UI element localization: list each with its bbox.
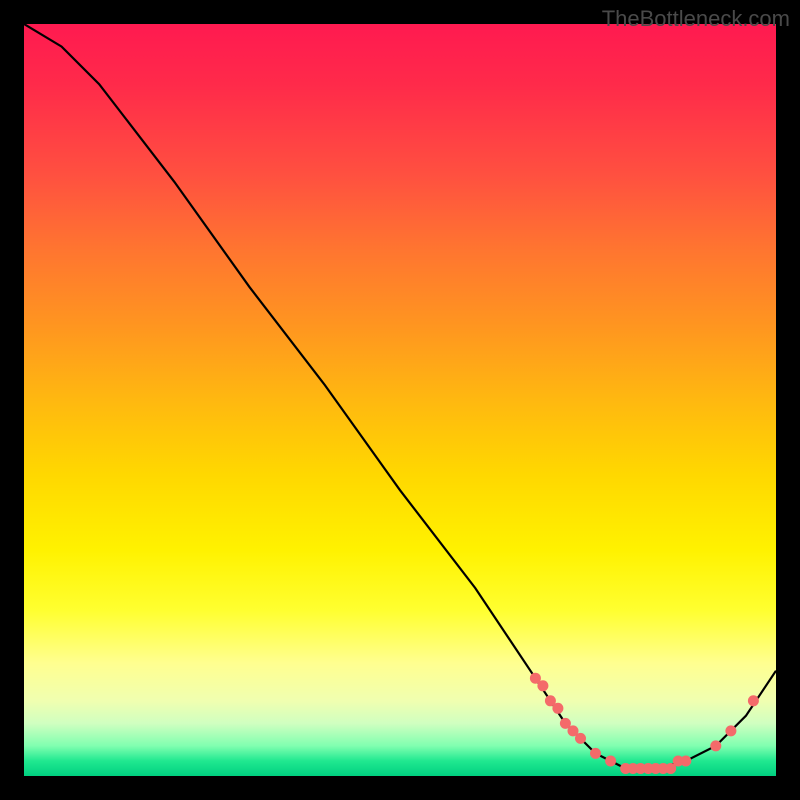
bottleneck-curve — [24, 24, 776, 769]
marker-point — [537, 680, 548, 691]
marker-point — [748, 695, 759, 706]
marker-point — [552, 703, 563, 714]
marker-point — [575, 733, 586, 744]
highlight-markers — [530, 673, 759, 774]
chart-svg — [24, 24, 776, 776]
marker-point — [710, 740, 721, 751]
marker-point — [605, 756, 616, 767]
watermark-text: TheBottleneck.com — [602, 6, 790, 32]
marker-point — [680, 756, 691, 767]
marker-point — [725, 725, 736, 736]
marker-point — [590, 748, 601, 759]
